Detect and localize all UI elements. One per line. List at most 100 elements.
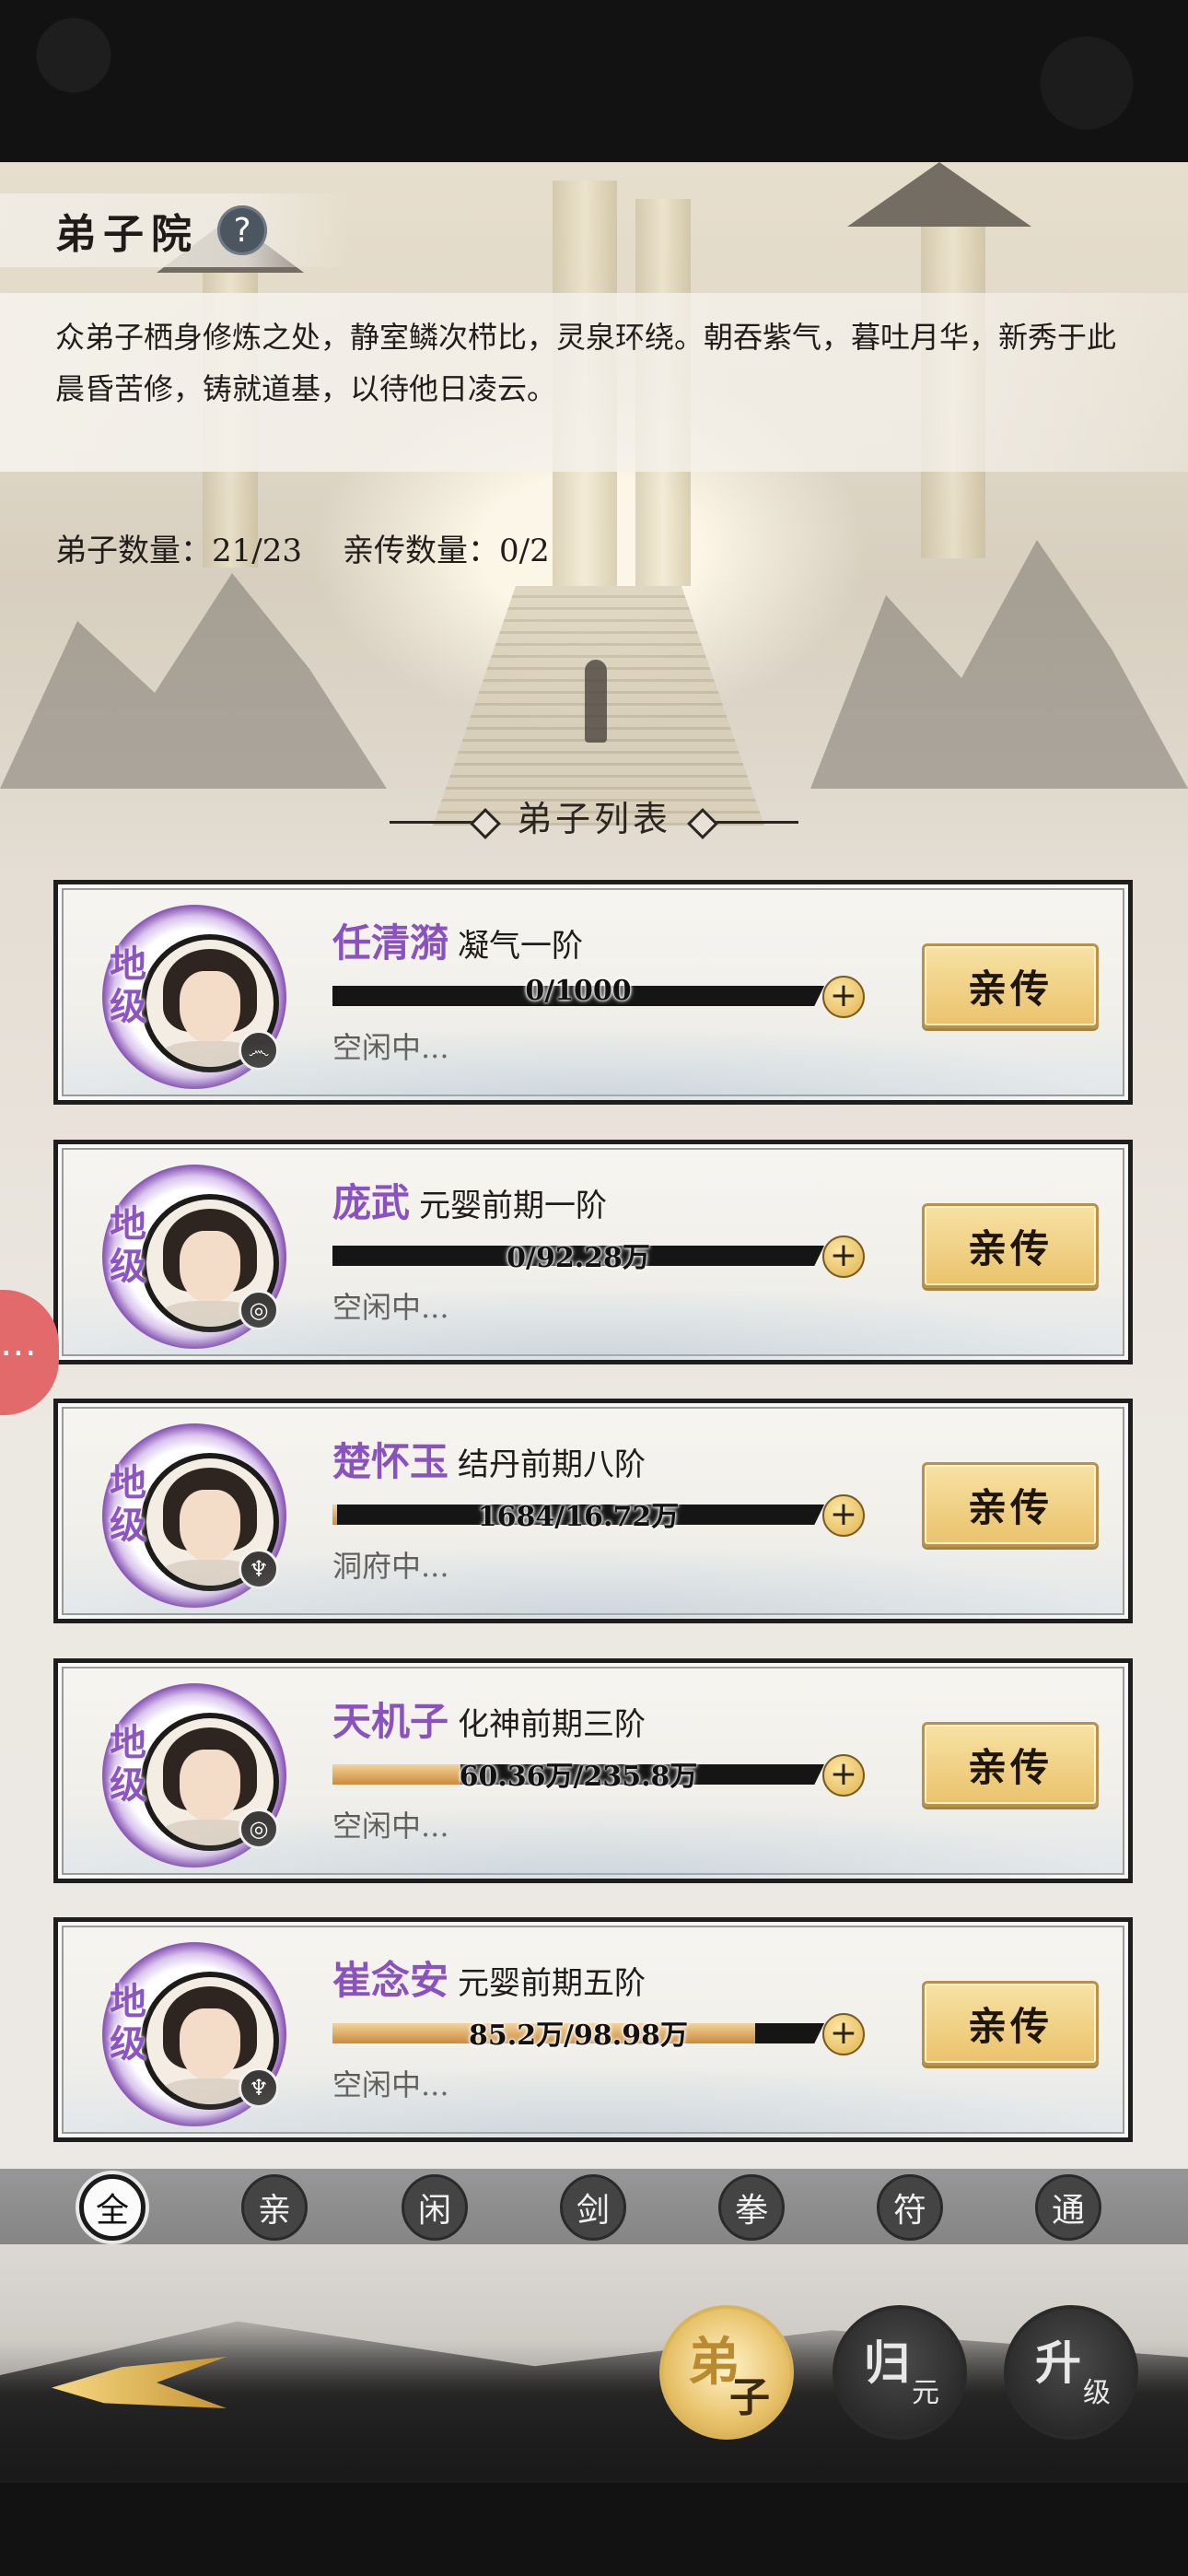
disciple-count-value: 21/23 xyxy=(212,533,302,569)
disciple-name: 楚怀玉 xyxy=(332,1439,449,1484)
nav-upgrade-big: 升 xyxy=(1035,2336,1081,2390)
scene-figure xyxy=(585,660,607,743)
name-row: 崔念安 元婴前期五阶 xyxy=(332,1950,646,2006)
filter-button-3[interactable]: 剑 xyxy=(560,2174,626,2241)
avatar-robe xyxy=(156,1301,264,1327)
avatar-face xyxy=(180,971,240,1043)
disciple-card[interactable]: 地级 ෴ 任清漪 凝气一阶 0/1000 + 空闲中... 亲传 xyxy=(53,880,1133,1105)
help-icon[interactable]: ? xyxy=(217,205,267,255)
disciple-realm: 结丹前期八阶 xyxy=(458,1446,646,1483)
add-cultivation-button[interactable]: + xyxy=(822,1754,865,1797)
list-heading: 弟子列表 xyxy=(0,790,1188,841)
make-personal-disciple-button[interactable]: 亲传 xyxy=(922,1462,1099,1547)
avatar[interactable] xyxy=(141,1972,279,2110)
filter-bar: 全亲闲剑拳符通 xyxy=(0,2169,1188,2244)
disciple-status: 洞府中... xyxy=(332,1549,449,1584)
avatar-face xyxy=(180,1750,240,1821)
name-row: 楚怀玉 结丹前期八阶 xyxy=(332,1431,646,1487)
name-row: 天机子 化神前期三阶 xyxy=(332,1691,646,1747)
disciple-card[interactable]: 地级 ◎ 天机子 化神前期三阶 60.36万/235.8万 + 空闲中... 亲… xyxy=(53,1658,1133,1883)
background-scene xyxy=(0,162,1188,881)
nav-return-button[interactable]: 归 元 xyxy=(833,2305,967,2440)
disciple-status: 空闲中... xyxy=(332,1290,449,1325)
stats-row: 弟子数量：21/23 亲传数量：0/2 xyxy=(55,525,550,570)
disciple-count: 弟子数量：21/23 xyxy=(55,525,302,570)
water-icon: ♆ xyxy=(239,1549,279,1589)
avatar[interactable] xyxy=(141,934,279,1072)
grade-label: 地级 xyxy=(110,1461,146,1547)
bottom-bezel xyxy=(0,2483,1188,2576)
progress-text: 1684/16.72万 xyxy=(477,1501,680,1533)
avatar-robe xyxy=(156,1041,264,1067)
disciple-name: 崔念安 xyxy=(332,1958,449,2003)
progress-text: 0/1000 xyxy=(525,975,632,1007)
avatar[interactable] xyxy=(141,1194,279,1332)
nav-disciple-small: 子 xyxy=(729,2374,770,2421)
progress-text: 85.2万/98.98万 xyxy=(469,2020,688,2052)
filter-button-5[interactable]: 符 xyxy=(877,2174,943,2241)
top-bezel xyxy=(0,0,1188,162)
filter-button-0[interactable]: 全 xyxy=(79,2174,146,2241)
filter-button-2[interactable]: 闲 xyxy=(402,2174,468,2241)
add-cultivation-button[interactable]: + xyxy=(822,2013,865,2055)
add-cultivation-button[interactable]: + xyxy=(822,976,865,1018)
grade-label: 地级 xyxy=(110,1202,146,1288)
page-title-tab: 弟子院 ? xyxy=(0,193,350,267)
avatar-face xyxy=(180,2008,240,2080)
avatar-robe xyxy=(156,1820,264,1845)
make-personal-disciple-button[interactable]: 亲传 xyxy=(922,1981,1099,2066)
scene-mountain xyxy=(810,540,1188,789)
disciple-realm: 化神前期三阶 xyxy=(458,1706,646,1743)
avatar-robe xyxy=(156,2078,264,2104)
avatar[interactable] xyxy=(141,1713,279,1851)
avatar-face xyxy=(180,1490,240,1562)
page-title: 弟子院 xyxy=(55,211,199,258)
scene-roof xyxy=(847,162,1031,227)
disciple-card[interactable]: 地级 ♆ 崔念安 元婴前期五阶 85.2万/98.98万 + 空闲中... 亲传 xyxy=(53,1917,1133,2142)
add-cultivation-button[interactable]: + xyxy=(822,1494,865,1537)
filter-button-1[interactable]: 亲 xyxy=(241,2174,308,2241)
disciple-card[interactable]: 地级 ◎ 庞武 元婴前期一阶 0/92.28万 + 空闲中... 亲传 xyxy=(53,1140,1133,1364)
nav-return-small: 元 xyxy=(912,2377,939,2409)
nav-disciple-button[interactable]: 弟 子 xyxy=(659,2305,794,2440)
disciple-name: 任清漪 xyxy=(332,920,449,966)
wind-icon: ◎ xyxy=(239,1290,279,1330)
disciple-realm: 凝气一阶 xyxy=(458,928,584,965)
grade-label: 地级 xyxy=(110,943,146,1028)
filter-button-6[interactable]: 通 xyxy=(1035,2174,1101,2241)
nav-upgrade-small: 级 xyxy=(1083,2377,1111,2409)
disciple-status: 空闲中... xyxy=(332,1809,449,1844)
scene-mountain xyxy=(0,573,387,789)
water-icon: ♆ xyxy=(239,2067,279,2108)
nav-return-big: 归 xyxy=(864,2336,910,2390)
filter-button-4[interactable]: 拳 xyxy=(718,2174,785,2241)
whirl-icon: ෴ xyxy=(239,1030,279,1071)
progress-text: 0/92.28万 xyxy=(507,1242,650,1274)
disciple-status: 空闲中... xyxy=(332,1030,449,1065)
disciple-realm: 元婴前期一阶 xyxy=(419,1188,608,1224)
grade-label: 地级 xyxy=(110,1980,146,2066)
make-personal-disciple-button[interactable]: 亲传 xyxy=(922,1722,1099,1807)
name-row: 庞武 元婴前期一阶 xyxy=(332,1172,607,1228)
disciple-status: 空闲中... xyxy=(332,2067,449,2102)
grade-label: 地级 xyxy=(110,1721,146,1807)
disciple-count-label: 弟子数量： xyxy=(55,533,212,569)
make-personal-disciple-button[interactable]: 亲传 xyxy=(922,943,1099,1028)
disciple-card[interactable]: 地级 ♆ 楚怀玉 结丹前期八阶 1684/16.72万 + 洞府中... 亲传 xyxy=(53,1399,1133,1623)
hall-description: 众弟子栖身修炼之处，静室鳞次栉比，灵泉环绕。朝吞紫气，暮吐月华，新秀于此晨昏苦修… xyxy=(55,320,1117,406)
disciple-realm: 元婴前期五阶 xyxy=(458,1965,646,2002)
ornament-right xyxy=(697,821,798,824)
disciple-name: 庞武 xyxy=(332,1180,411,1225)
personal-count-label: 亲传数量： xyxy=(342,533,499,569)
list-title: 弟子列表 xyxy=(516,799,671,839)
avatar-face xyxy=(180,1231,240,1303)
nav-upgrade-button[interactable]: 升 级 xyxy=(1004,2305,1138,2440)
add-cultivation-button[interactable]: + xyxy=(822,1235,865,1278)
name-row: 任清漪 凝气一阶 xyxy=(332,912,583,968)
avatar[interactable] xyxy=(141,1453,279,1591)
avatar-robe xyxy=(156,1560,264,1586)
disciple-name: 天机子 xyxy=(332,1699,449,1744)
ornament-left xyxy=(389,821,491,824)
personal-count-value: 0/2 xyxy=(498,533,550,569)
make-personal-disciple-button[interactable]: 亲传 xyxy=(922,1203,1099,1288)
